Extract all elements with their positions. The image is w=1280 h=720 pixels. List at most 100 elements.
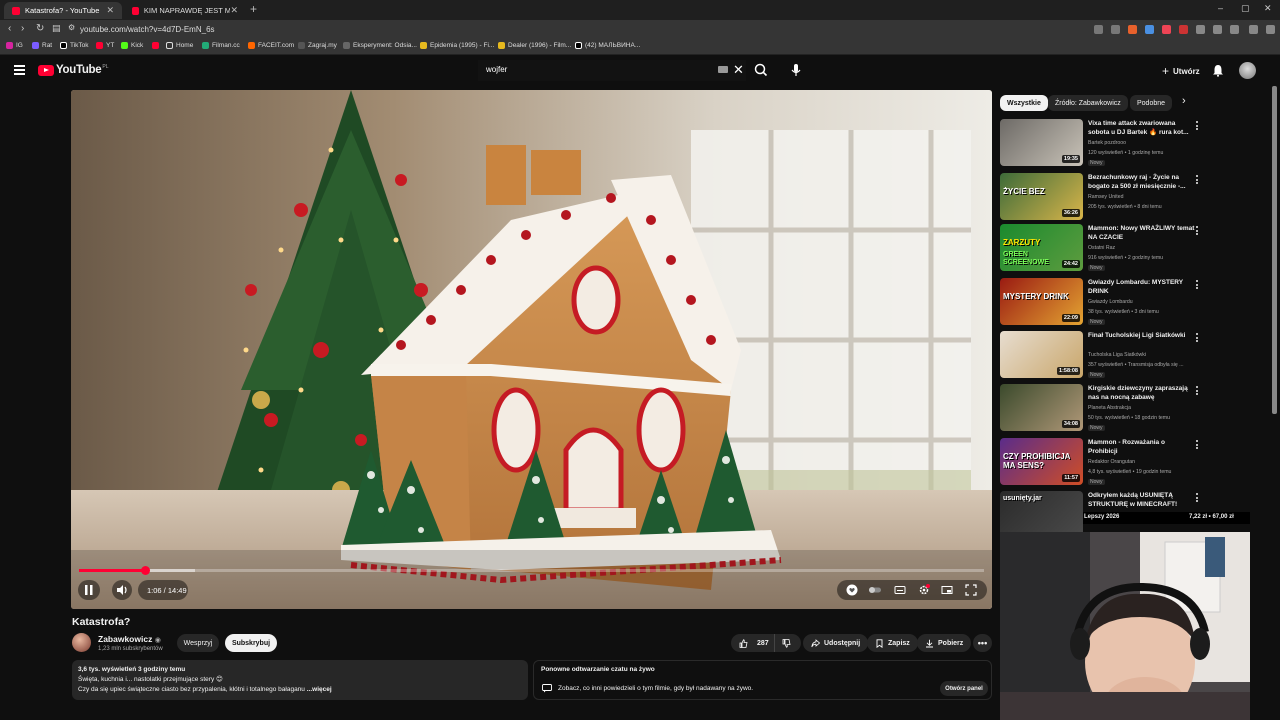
recommended-title[interactable]: Odkryłem każdą USUNIĘTĄ STRUKTURĘ w MINE… bbox=[1088, 492, 1196, 509]
recommended-channel[interactable]: Gwiazdy Lombardu bbox=[1088, 299, 1133, 306]
recommended-title[interactable]: Mammon - Rozważania o Prohibicji bbox=[1088, 439, 1196, 456]
subscribe-button[interactable]: Subskrybuj bbox=[225, 634, 277, 652]
browser-tab-active[interactable]: Katastrofa? - YouTube ✕ bbox=[4, 2, 122, 19]
video-thumbnail[interactable]: ŻYCIE BEZ 36:26 bbox=[1000, 173, 1083, 220]
chip-from-channel[interactable]: Źródło: Zabawkowicz bbox=[1048, 95, 1128, 111]
bookmark-item[interactable]: Zagraj.my bbox=[298, 42, 337, 49]
mute-button[interactable] bbox=[112, 580, 132, 600]
recommended-title[interactable]: Vixa time attack zwariowana sobota u DJ … bbox=[1088, 120, 1196, 137]
bookmark-item[interactable]: Filman.cc bbox=[202, 42, 240, 49]
extensions-puzzle-icon[interactable] bbox=[1196, 25, 1205, 34]
recommended-channel[interactable]: Redaktor Orangutan bbox=[1088, 459, 1135, 466]
more-vertical-icon[interactable] bbox=[1196, 175, 1199, 186]
youtube-logo[interactable]: YouTube PL bbox=[38, 64, 109, 76]
video-thumbnail[interactable]: 1:58:08 bbox=[1000, 331, 1083, 378]
open-panel-button[interactable]: Otwórz panel bbox=[940, 681, 988, 696]
bookmark-item[interactable]: IG bbox=[6, 42, 23, 49]
back-icon[interactable]: ‹ bbox=[8, 23, 11, 34]
settings-gear-icon[interactable] bbox=[918, 584, 930, 596]
brave-shield-icon[interactable] bbox=[1128, 25, 1137, 34]
minimize-icon[interactable]: – bbox=[1218, 3, 1223, 13]
voice-search-button[interactable] bbox=[786, 60, 806, 80]
recommended-title[interactable]: Bezrachunkowy raj - Życie na bogato za 5… bbox=[1088, 174, 1196, 191]
extension-icon[interactable] bbox=[1179, 25, 1188, 34]
recommended-video[interactable]: ŻYCIE BEZ 36:26 Bezrachunkowy raj - Życie … bbox=[1000, 173, 1205, 223]
play-pause-button[interactable] bbox=[78, 580, 100, 600]
autoplay-heart-icon[interactable] bbox=[846, 584, 858, 596]
close-tab-icon[interactable]: ✕ bbox=[230, 5, 238, 16]
site-settings-icon[interactable]: ⚙ bbox=[68, 23, 75, 32]
new-tab-icon[interactable]: + bbox=[250, 2, 257, 16]
description-box[interactable]: 3,6 tys. wyświetleń 3 godziny temu Święt… bbox=[72, 660, 528, 700]
miniplayer-icon[interactable] bbox=[941, 584, 953, 596]
maximize-icon[interactable]: ▢ bbox=[1241, 3, 1250, 14]
bookmark-item[interactable]: FACEIT.com bbox=[248, 42, 294, 49]
more-vertical-icon[interactable] bbox=[1196, 280, 1199, 291]
recommended-title[interactable]: Mammon: Nowy WRAŻLIWY temat NA CZACIE bbox=[1088, 225, 1196, 242]
search-box[interactable]: wojfer ✕ bbox=[478, 60, 746, 81]
more-vertical-icon[interactable] bbox=[1196, 493, 1199, 504]
link-icon[interactable] bbox=[1230, 25, 1239, 34]
address-bar[interactable]: youtube.com/watch?v=4d7D-EmN_6s bbox=[80, 23, 215, 37]
download-button[interactable]: Pobierz bbox=[917, 634, 972, 652]
recommended-title[interactable]: Finał Tucholskiej Ligi Siatkówki bbox=[1088, 332, 1196, 341]
download-icon[interactable] bbox=[1213, 25, 1222, 34]
page-info-icon[interactable]: ▤ bbox=[52, 23, 61, 34]
bookmark-item[interactable]: Kick bbox=[121, 42, 143, 49]
fullscreen-icon[interactable] bbox=[965, 584, 977, 596]
create-button[interactable]: + Utwórz bbox=[1156, 63, 1206, 79]
save-button[interactable]: Zapisz bbox=[867, 634, 918, 652]
bookmark-item[interactable]: (42) МАЛЬВИНА... bbox=[575, 42, 640, 49]
recommended-channel[interactable]: Tucholska Liga Siatkówki bbox=[1088, 352, 1146, 359]
recommended-video[interactable]: 34:08 Kirgiskie dziewczyny zapraszają nas… bbox=[1000, 384, 1205, 434]
video-thumbnail[interactable]: ZARZUTY GREEN SCREENOWE 24:42 bbox=[1000, 224, 1083, 271]
video-thumbnail[interactable]: CZY PROHIBICJA MA SENS? 11:57 bbox=[1000, 438, 1083, 485]
autoplay-toggle[interactable] bbox=[868, 584, 882, 596]
extension-icon[interactable] bbox=[1162, 25, 1171, 34]
recommended-video[interactable]: 19:35 Vixa time attack zwariowana sobota … bbox=[1000, 119, 1205, 169]
chips-next-icon[interactable]: › bbox=[1182, 95, 1186, 107]
bookmark-item[interactable]: Home bbox=[166, 42, 193, 49]
share-icon[interactable] bbox=[1111, 25, 1120, 34]
browser-tab[interactable]: KIM NAPRAWDĘ JEST MAKALIER? W ✕ bbox=[124, 2, 246, 19]
menu-icon[interactable] bbox=[1266, 25, 1275, 34]
recommended-channel[interactable]: Ostatni Raz bbox=[1088, 245, 1115, 252]
keyboard-icon[interactable] bbox=[718, 66, 728, 73]
notifications-bell-icon[interactable] bbox=[1212, 64, 1224, 77]
recommended-video[interactable]: ZARZUTY GREEN SCREENOWE 24:42 Mammon: Nowy … bbox=[1000, 224, 1205, 274]
recommended-video[interactable]: CZY PROHIBICJA MA SENS? 11:57 Mammon - Roz… bbox=[1000, 438, 1205, 488]
menu-hamburger-icon[interactable] bbox=[14, 65, 25, 75]
recommended-title[interactable]: Gwiazdy Lombardu: MYSTERY DRINK bbox=[1088, 279, 1196, 296]
window-close-icon[interactable]: ✕ bbox=[1264, 3, 1272, 14]
bookmark-item[interactable]: Rat bbox=[32, 42, 52, 49]
show-more-link[interactable]: ...więcej bbox=[307, 686, 332, 693]
recommended-channel[interactable]: Ramsey United bbox=[1088, 194, 1123, 201]
progress-bar[interactable] bbox=[79, 566, 984, 575]
video-thumbnail[interactable]: 19:35 bbox=[1000, 119, 1083, 166]
more-vertical-icon[interactable] bbox=[1196, 440, 1199, 451]
bookmark-item[interactable] bbox=[152, 42, 162, 49]
channel-name[interactable]: Zabawkowicz ◉ bbox=[98, 634, 161, 644]
bookmark-item[interactable]: Epidemia (1995) - Fi... bbox=[420, 42, 494, 49]
account-avatar[interactable] bbox=[1239, 62, 1256, 79]
channel-avatar[interactable] bbox=[72, 633, 91, 652]
sidebar-icon[interactable] bbox=[1249, 25, 1258, 34]
search-input[interactable]: wojfer bbox=[486, 65, 507, 74]
bookmark-item[interactable]: YT bbox=[96, 42, 114, 49]
clear-search-icon[interactable]: ✕ bbox=[733, 62, 744, 78]
search-button[interactable] bbox=[750, 60, 772, 81]
chip-related[interactable]: Podobne bbox=[1130, 95, 1173, 111]
video-thumbnail[interactable]: MYSTERY DRINK 22:09 bbox=[1000, 278, 1083, 325]
recommended-video[interactable]: MYSTERY DRINK 22:09 Gwiazdy Lombardu: MYST… bbox=[1000, 278, 1205, 328]
share-button[interactable]: Udostępnij bbox=[803, 634, 869, 652]
extension-icon[interactable] bbox=[1145, 25, 1154, 34]
page-scrollbar[interactable] bbox=[1272, 86, 1277, 414]
close-tab-icon[interactable]: ✕ bbox=[106, 5, 114, 16]
subtitles-icon[interactable] bbox=[894, 584, 906, 596]
support-button[interactable]: Wesprzyj bbox=[177, 634, 219, 652]
more-vertical-icon[interactable] bbox=[1196, 226, 1199, 237]
reload-icon[interactable]: ↻ bbox=[36, 23, 44, 34]
dislike-button[interactable] bbox=[775, 634, 801, 652]
recommended-channel[interactable]: Planeta Abstrakcja bbox=[1088, 405, 1131, 412]
forward-icon[interactable]: › bbox=[21, 23, 24, 34]
